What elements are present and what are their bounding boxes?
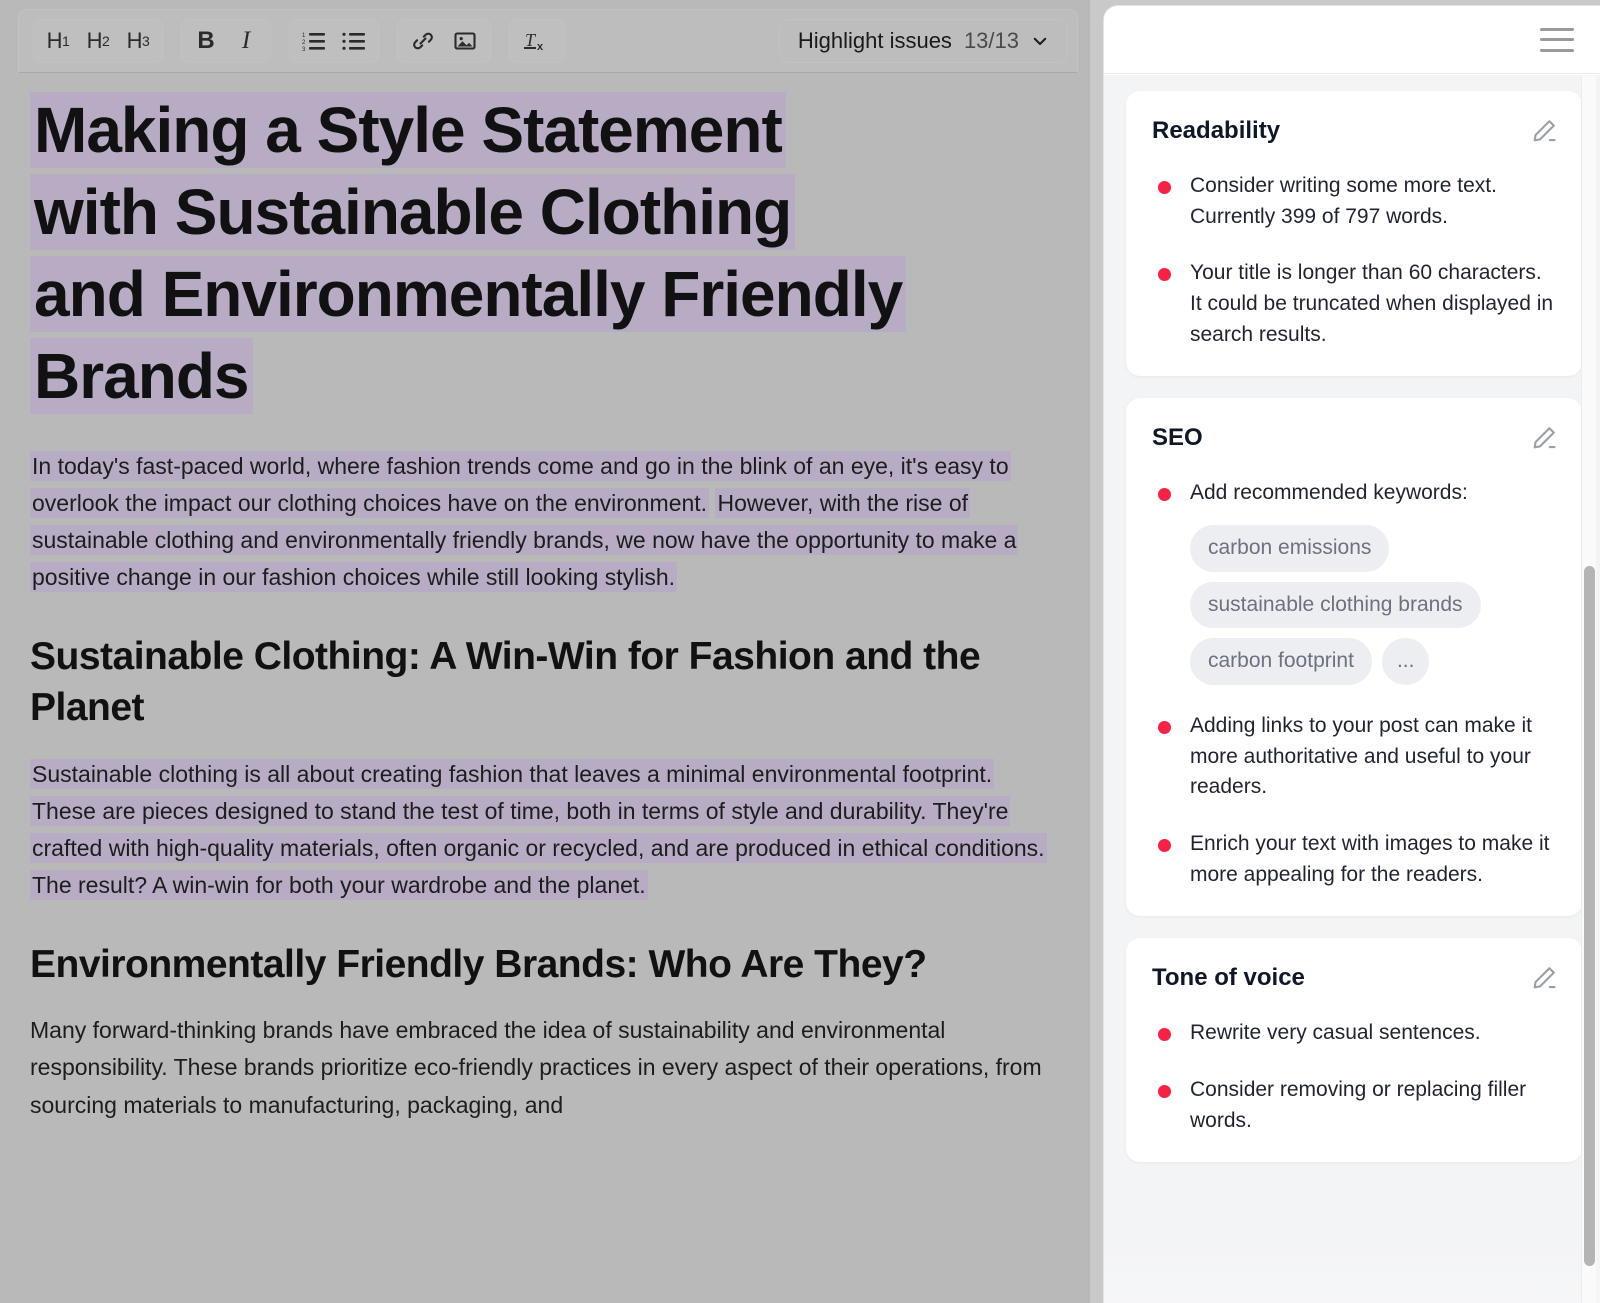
tip-text: Your title is longer than 60 characters.… — [1190, 261, 1554, 346]
toolbar-group-inline-format: B I — [181, 19, 271, 63]
ordered-list-icon: 1 2 3 — [302, 33, 325, 52]
bullet-dot-icon — [1158, 1028, 1171, 1042]
bullet-dot-icon — [1158, 181, 1171, 194]
tip-text: Consider writing some more text. Current… — [1190, 174, 1497, 228]
heading-3-sub: 3 — [142, 33, 150, 49]
bold-button[interactable]: B — [186, 22, 226, 60]
tip-text: Add recommended keywords: — [1190, 481, 1468, 505]
bullet-dot-icon — [1158, 268, 1171, 282]
document-body[interactable]: Making a Style Statement with Sustainable… — [0, 74, 1090, 1303]
card-seo: SEO Add recommended keywords: carbon emi… — [1126, 398, 1582, 917]
hamburger-bar-3 — [1540, 48, 1574, 52]
highlight-issues-dropdown[interactable]: Highlight issues 13/13 — [778, 19, 1068, 63]
list-item: Add recommended keywords: carbon emissio… — [1152, 478, 1558, 685]
list-item: Consider writing some more text. Current… — [1152, 171, 1558, 232]
bullet-dot-icon — [1158, 1084, 1171, 1098]
pencil-edit-icon[interactable] — [1530, 424, 1558, 452]
image-icon — [454, 32, 476, 50]
doc-title-line-2: with Sustainable Clothing — [30, 173, 796, 250]
heading-1-sub: 1 — [62, 33, 70, 49]
italic-button[interactable]: I — [226, 22, 266, 60]
card-readability-header: Readability — [1152, 117, 1558, 145]
heading-1-label: H — [46, 28, 63, 53]
toolbar-group-lists: 1 2 3 — [289, 19, 379, 63]
doc-title-line-1: Making a Style Statement — [30, 92, 786, 168]
link-icon — [413, 32, 433, 50]
sidebar-body[interactable]: Readability Consider writing some more t… — [1104, 75, 1600, 1303]
heading-2-label: H — [86, 28, 103, 53]
list-item: Rewrite very casual sentences. — [1152, 1018, 1558, 1049]
document-heading-friendly-brands: Environmentally Friendly Brands: Who Are… — [30, 942, 927, 986]
link-button[interactable] — [402, 22, 444, 60]
editor-panel: H1 H2 H3 B I 1 2 3 T x Highlight issues … — [0, 0, 1090, 1303]
hamburger-menu-icon[interactable] — [1540, 27, 1574, 52]
sidebar-scrollbar-thumb[interactable] — [1584, 566, 1595, 1266]
bullet-dot-icon — [1158, 720, 1171, 734]
chevron-down-icon — [1033, 37, 1047, 45]
highlight-issues-count: 13/13 — [963, 28, 1019, 53]
svg-text:2: 2 — [302, 40, 306, 46]
app-root: H1 H2 H3 B I 1 2 3 T x Highlight issues … — [0, 0, 1600, 1303]
tip-text: Adding links to your post can make it mo… — [1190, 713, 1533, 799]
toolbar-group-clear: T x — [509, 19, 565, 63]
document-title: Making a Style Statement with Sustainable… — [30, 90, 1060, 418]
tip-text: Consider removing or replacing filler wo… — [1190, 1077, 1527, 1132]
bullet-dot-icon — [1158, 838, 1171, 852]
list-item: Enrich your text with images to make it … — [1152, 829, 1558, 890]
doc-title-line-3: and Environmentally Friendly — [30, 255, 907, 332]
keyword-chip-list: carbon emissions sustainable clothing br… — [1190, 524, 1558, 685]
pencil-edit-icon[interactable] — [1530, 117, 1558, 145]
clear-formatting-icon: T x — [524, 30, 544, 53]
seo-tips-list: Add recommended keywords: carbon emissio… — [1152, 478, 1558, 890]
assistant-sidebar: Readability Consider writing some more t… — [1104, 6, 1600, 1303]
heading-2-button[interactable]: H2 — [78, 22, 118, 60]
ordered-list-button[interactable]: 1 2 3 — [294, 22, 334, 60]
keyword-chip[interactable]: sustainable clothing brands — [1190, 581, 1481, 629]
clear-formatting-button[interactable]: T x — [514, 22, 560, 60]
bullet-list-icon — [342, 32, 365, 50]
svg-text:3: 3 — [302, 47, 306, 52]
pencil-edit-icon[interactable] — [1530, 964, 1558, 992]
document-heading-sustainable-clothing: Sustainable Clothing: A Win-Win for Fash… — [30, 634, 981, 730]
tip-text: Enrich your text with images to make it … — [1190, 831, 1550, 886]
doc-p2-text: Sustainable clothing is all about creati… — [30, 758, 1047, 901]
hamburger-bar-2 — [1540, 38, 1574, 41]
card-seo-title: SEO — [1152, 424, 1203, 452]
toolbar-group-headings: H1 H2 H3 — [33, 19, 163, 63]
card-readability-title: Readability — [1152, 117, 1281, 144]
keyword-chip-more[interactable]: ... — [1381, 638, 1430, 685]
bullet-dot-icon — [1158, 488, 1171, 502]
list-item: Your title is longer than 60 characters.… — [1152, 258, 1558, 350]
keyword-chip[interactable]: carbon footprint — [1190, 638, 1372, 685]
svg-text:x: x — [537, 41, 544, 53]
toolbar-group-insert — [397, 19, 491, 63]
tip-text: Rewrite very casual sentences. — [1190, 1021, 1481, 1045]
panel-gutter — [1090, 0, 1104, 1303]
card-readability: Readability Consider writing some more t… — [1126, 91, 1582, 377]
doc-title-line-4: Brands — [30, 337, 253, 414]
document-paragraph-1: In today's fast-paced world, where fashi… — [30, 448, 1060, 597]
hamburger-bar-1 — [1540, 27, 1574, 31]
svg-text:1: 1 — [302, 33, 306, 39]
heading-3-label: H — [126, 28, 143, 53]
sidebar-header — [1104, 6, 1600, 74]
document-paragraph-2: Sustainable clothing is all about creati… — [30, 756, 1060, 905]
tone-tips-list: Rewrite very casual sentences. Consider … — [1152, 1018, 1558, 1136]
card-tone-of-voice-header: Tone of voice — [1152, 964, 1558, 992]
document-paragraph-3: Many forward-thinking brands have embrac… — [30, 1017, 1042, 1118]
list-item: Consider removing or replacing filler wo… — [1152, 1075, 1558, 1136]
highlight-issues-label: Highlight issues — [797, 28, 952, 53]
image-button[interactable] — [444, 22, 486, 60]
keyword-chip[interactable]: carbon emissions — [1190, 524, 1390, 572]
heading-1-button[interactable]: H1 — [38, 22, 78, 60]
bullet-list-button[interactable] — [334, 22, 374, 60]
card-tone-of-voice: Tone of voice Rewrite very casual senten… — [1126, 938, 1582, 1163]
card-tone-of-voice-title: Tone of voice — [1152, 964, 1305, 992]
heading-2-sub: 2 — [102, 33, 110, 49]
card-seo-header: SEO — [1152, 424, 1558, 452]
heading-3-button[interactable]: H3 — [118, 22, 158, 60]
list-item: Adding links to your post can make it mo… — [1152, 711, 1558, 803]
readability-tips-list: Consider writing some more text. Current… — [1152, 171, 1558, 350]
